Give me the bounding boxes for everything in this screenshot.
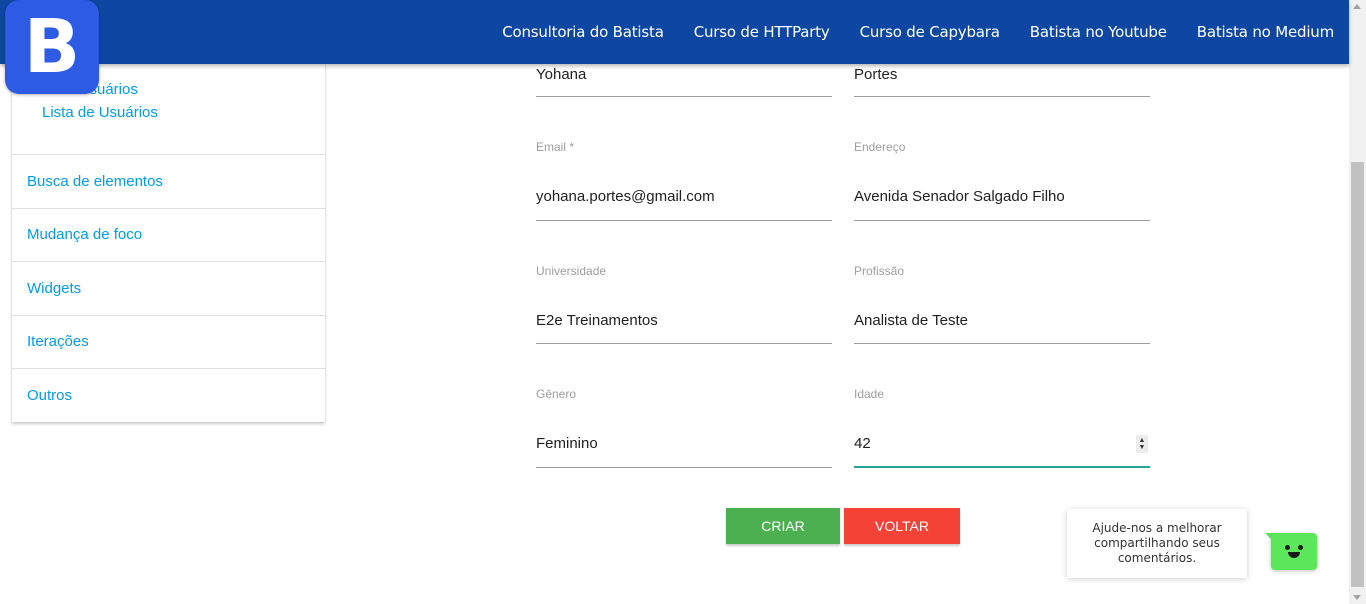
sidebar-item-widgets[interactable]: Widgets [12, 262, 325, 316]
universidade-underline [536, 343, 832, 344]
profissao-field[interactable]: Profissão Analista de Teste [854, 264, 1150, 346]
nav-link-httparty[interactable]: Curso de HTTParty [679, 23, 845, 41]
scroll-up-icon[interactable] [1353, 4, 1361, 9]
universidade-label: Universidade [536, 264, 607, 278]
nav-link-youtube[interactable]: Batista no Youtube [1015, 23, 1182, 41]
nome-field[interactable]: Yohana [536, 64, 832, 98]
idade-spinner[interactable]: ▲ ▼ [1136, 435, 1148, 453]
smiley-right-eye [1298, 545, 1303, 550]
ultimo-nome-field[interactable]: Portes [854, 64, 1150, 98]
ultimo-nome-underline [854, 96, 1150, 97]
endereco-underline [854, 220, 1150, 221]
create-button[interactable]: CRIAR [726, 508, 840, 544]
email-underline [536, 220, 832, 221]
profissao-label: Profissão [854, 264, 905, 278]
site-logo[interactable]: B [5, 0, 99, 94]
smiley-mouth [1288, 552, 1300, 558]
sidebar-subitem-lista-usuarios[interactable]: Lista de Usuários [42, 104, 158, 121]
scroll-down-icon[interactable] [1353, 595, 1361, 600]
genero-underline [536, 467, 832, 468]
genero-value: Feminino [536, 435, 598, 452]
email-value: yohana.portes@gmail.com [536, 188, 715, 205]
feedback-bubble[interactable]: Ajude-nos a melhorar compartilhando seus… [1067, 509, 1247, 578]
genero-label: Gênero [536, 387, 577, 401]
nav-link-consultoria[interactable]: Consultoria do Batista [487, 23, 679, 41]
nome-underline [536, 96, 832, 97]
top-navbar: Consultoria do Batista Curso de HTTParty… [0, 0, 1349, 64]
email-field[interactable]: Email * yohana.portes@gmail.com [536, 140, 832, 222]
profissao-underline [854, 343, 1150, 344]
feedback-text: Ajude-nos a melhorar compartilhando seus… [1092, 521, 1222, 565]
sidebar-item-outros[interactable]: Outros [12, 369, 325, 423]
sidebar-item-mudanca-foco[interactable]: Mudança de foco [12, 209, 325, 262]
sidebar: Criar Usuários Lista de Usuários Busca d… [12, 64, 325, 422]
nav-link-medium[interactable]: Batista no Medium [1182, 23, 1349, 41]
sidebar-item-iteracoes[interactable]: Iterações [12, 316, 325, 369]
endereco-label: Endereço [854, 140, 906, 154]
smiley-left-eye [1285, 545, 1290, 550]
profissao-value: Analista de Teste [854, 312, 968, 329]
idade-value: 42 [854, 435, 871, 452]
endereco-field[interactable]: Endereço Avenida Senador Salgado Filho [854, 140, 1150, 222]
spinner-up-icon[interactable]: ▲ [1139, 437, 1146, 444]
universidade-field[interactable]: Universidade E2e Treinamentos [536, 264, 832, 346]
endereco-value: Avenida Senador Salgado Filho [854, 188, 1065, 205]
email-label: Email * [536, 140, 575, 154]
universidade-value: E2e Treinamentos [536, 312, 658, 329]
logo-letter: B [23, 4, 81, 90]
nav-links: Consultoria do Batista Curso de HTTParty… [487, 0, 1349, 64]
spinner-down-icon[interactable]: ▼ [1139, 444, 1146, 451]
feedback-smiley-icon[interactable] [1271, 533, 1317, 570]
nome-value: Yohana [536, 66, 587, 83]
vertical-scrollbar[interactable] [1349, 0, 1366, 604]
sidebar-item-busca-elementos[interactable]: Busca de elementos [12, 155, 325, 209]
idade-underline [854, 466, 1150, 468]
idade-label: Idade [854, 387, 885, 401]
idade-field[interactable]: Idade 42 ▲ ▼ [854, 387, 1150, 469]
genero-field[interactable]: Gênero Feminino [536, 387, 832, 469]
nav-link-capybara[interactable]: Curso de Capybara [845, 23, 1015, 41]
back-button[interactable]: VOLTAR [844, 508, 960, 544]
ultimo-nome-value: Portes [854, 66, 898, 83]
scrollbar-thumb[interactable] [1351, 162, 1364, 587]
